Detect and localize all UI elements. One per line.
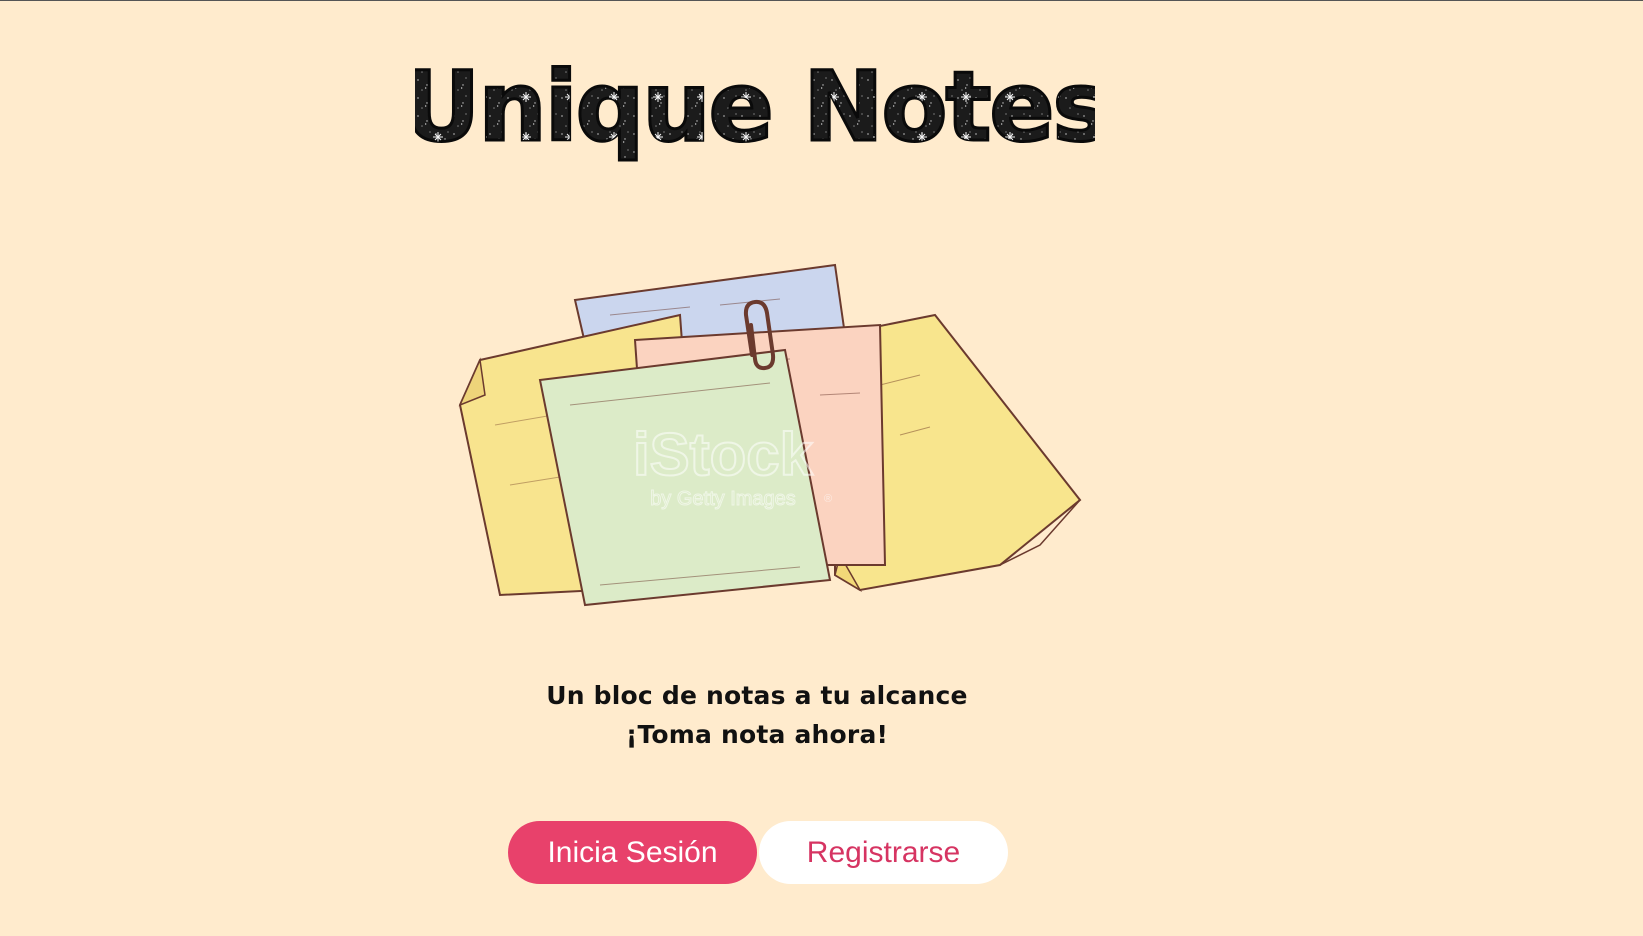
- tagline-line-1: Un bloc de notas a tu alcance: [546, 681, 968, 710]
- sticky-notes-illustration: iStock by Getty Images ®: [458, 263, 1082, 607]
- watermark-registered: ®: [824, 493, 832, 505]
- watermark-text: iStock: [633, 421, 814, 488]
- tagline-line-2: ¡Toma nota ahora!: [625, 720, 889, 749]
- tagline: Un bloc de notas a tu alcance ¡Toma nota…: [457, 676, 1057, 754]
- app-logo-glitter: Unique Notes: [415, 51, 1095, 163]
- window-top-border: [0, 0, 1643, 1]
- watermark-subtext: by Getty Images: [650, 488, 796, 510]
- register-button[interactable]: Registrarse: [759, 821, 1008, 884]
- auth-actions: Inicia Sesión Registrarse: [508, 821, 1008, 884]
- app-logo: Unique Notes Unique Notes: [415, 50, 1095, 165]
- login-button[interactable]: Inicia Sesión: [508, 821, 757, 884]
